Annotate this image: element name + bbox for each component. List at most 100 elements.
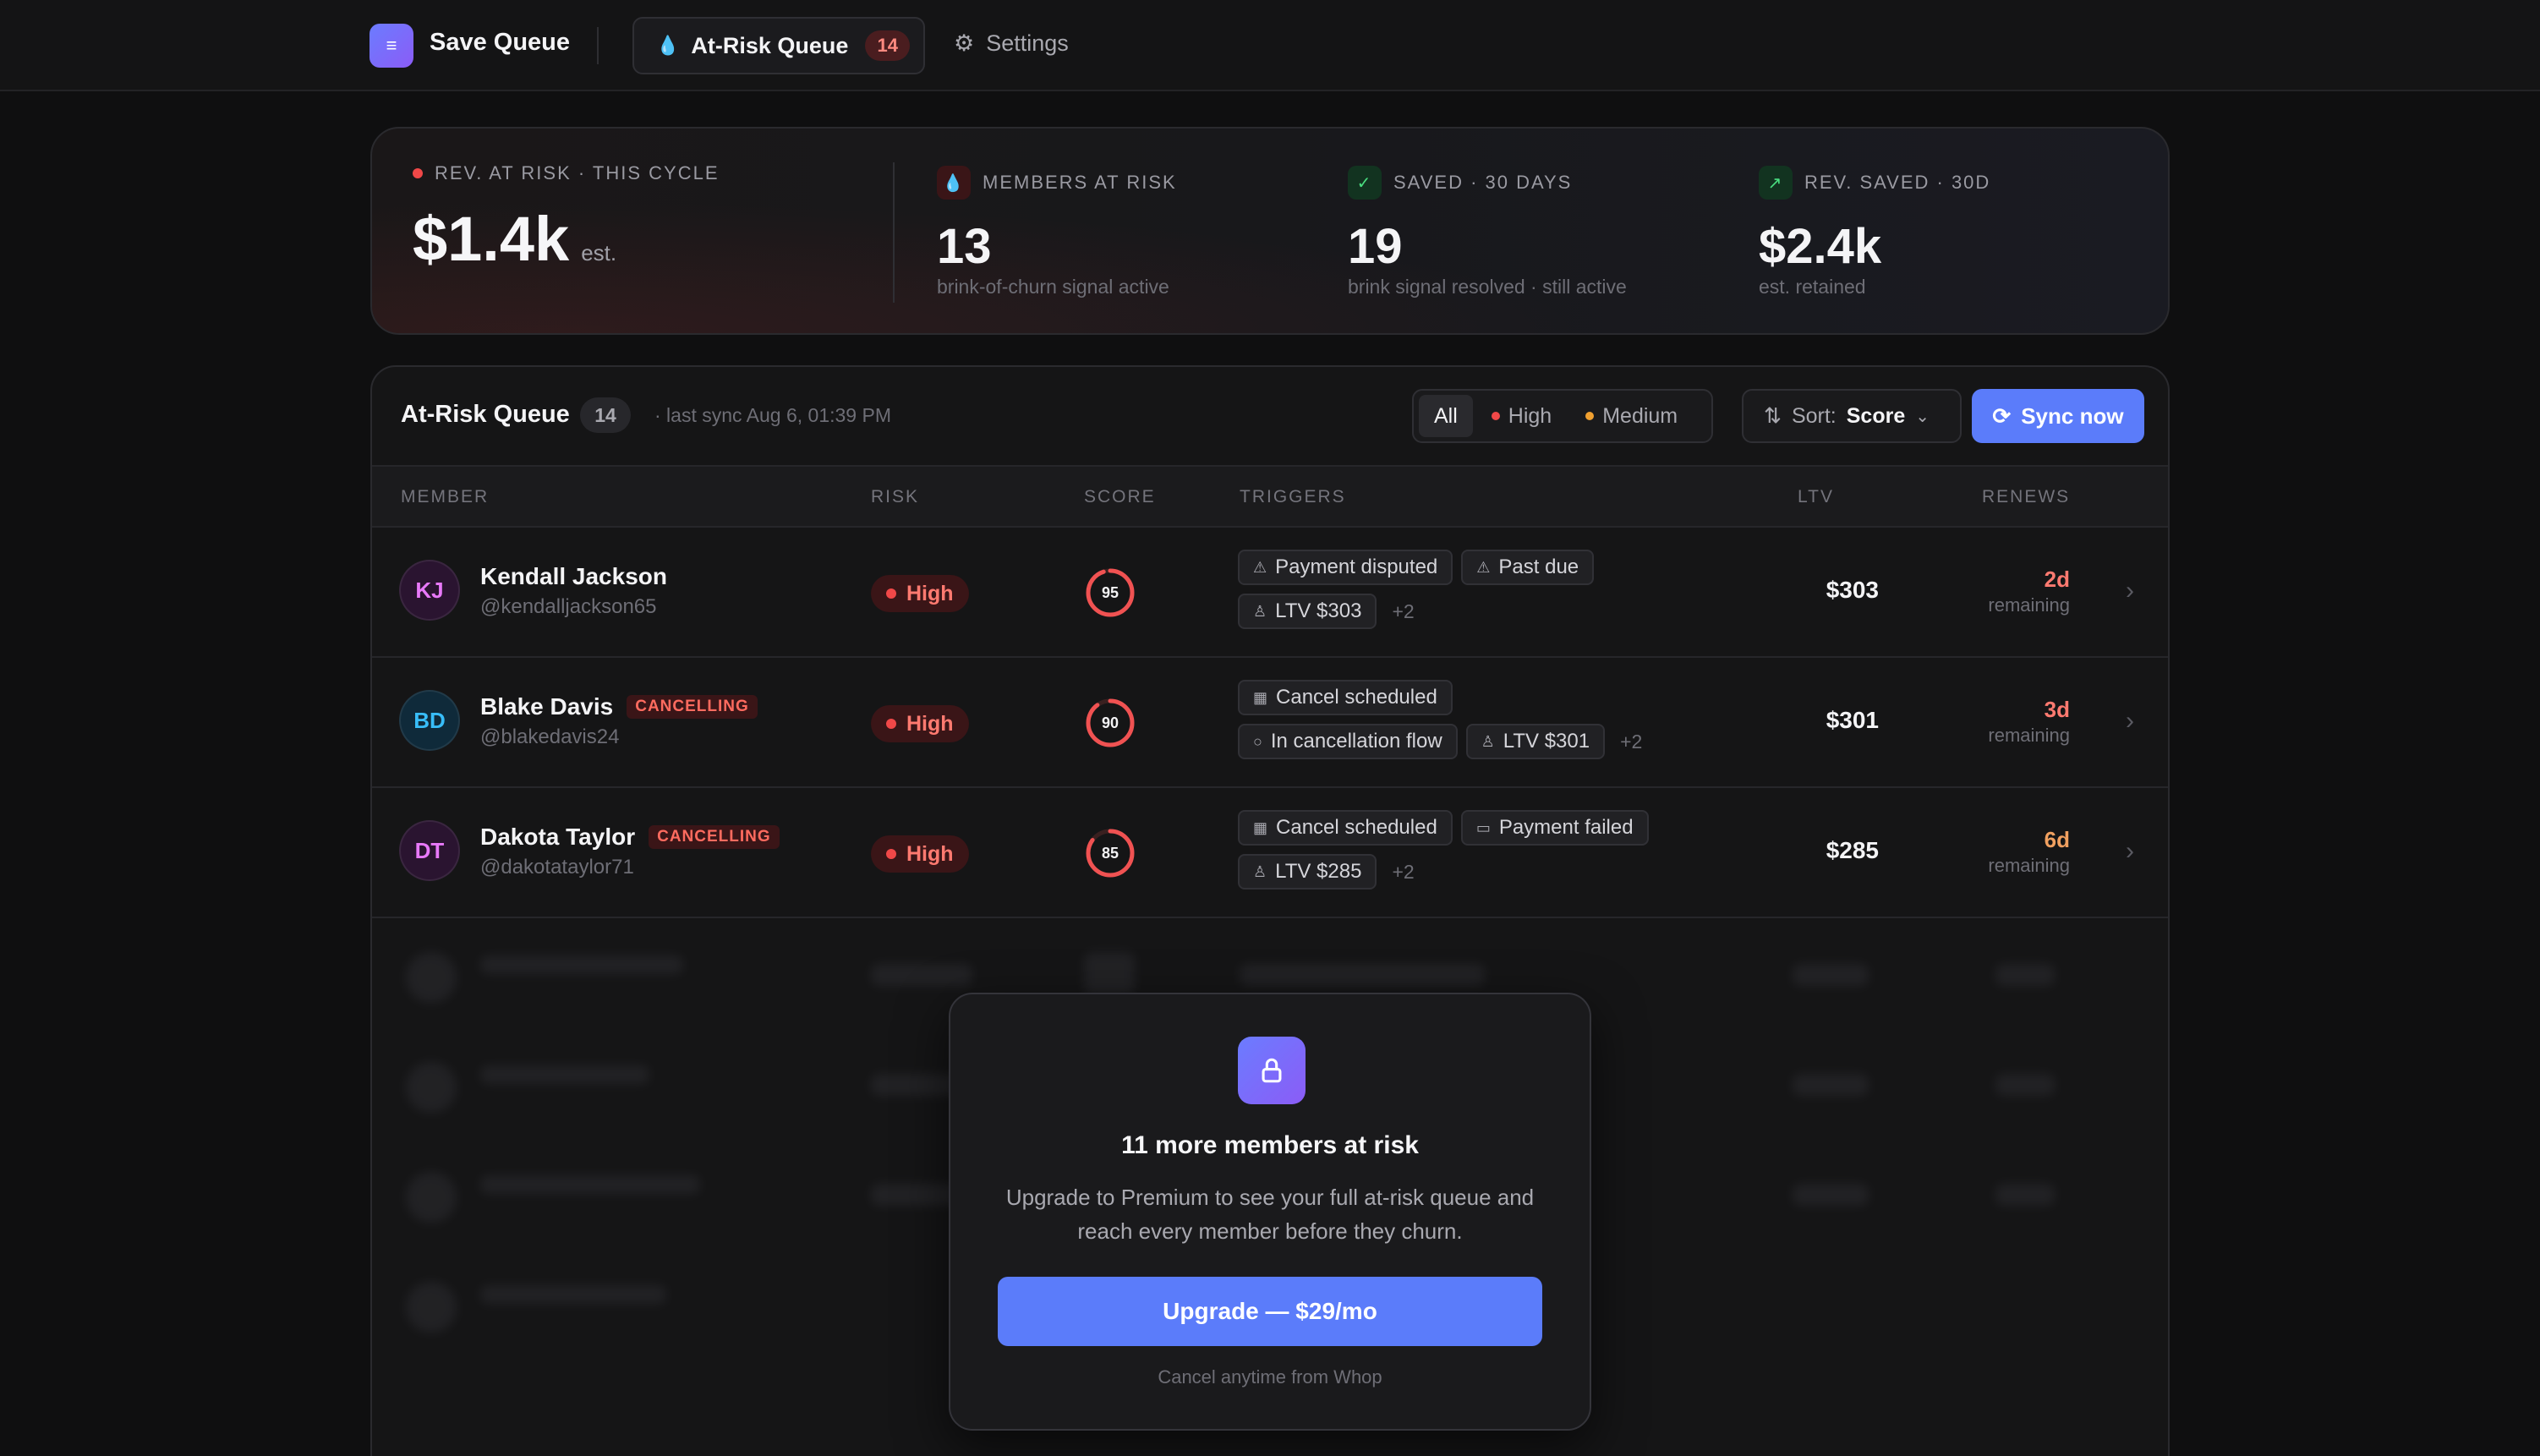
droplet-icon: 💧 [937, 166, 971, 200]
score-value: 90 [1101, 714, 1119, 731]
risk-dot-icon [886, 588, 896, 599]
stat-subtext: est. retained [1759, 276, 1866, 298]
triggers: ⚠ Payment disputed ⚠ Past due ♙ LTV $303 +2 [1238, 550, 1762, 638]
renews: 6d remaining [1988, 827, 2070, 877]
cancelling-badge: CANCELLING [627, 695, 758, 719]
nav-divider [597, 27, 599, 64]
more-triggers[interactable]: +2 [1392, 861, 1414, 884]
queue-title: At-Risk Queue [401, 401, 570, 428]
table-row[interactable]: BD Blake Davis CANCELLING @blakedavis24 … [372, 658, 2168, 788]
tab-at-risk-queue[interactable]: 💧 At-Risk Queue 14 [632, 17, 925, 74]
stat-saved: ✓ SAVED · 30 DAYS 19 brink signal resolv… [1348, 129, 1737, 337]
filter-high-label: High [1508, 403, 1552, 428]
triggers: ▦ Cancel scheduled ▭ Payment failed ♙ LTV $… [1238, 810, 1762, 898]
queue-count-badge: 14 [580, 397, 631, 433]
more-triggers[interactable]: +2 [1392, 600, 1414, 623]
renew-label: remaining [1988, 725, 2070, 746]
stats-card: REV. AT RISK · THIS CYCLE $1.4k est. 💧 ME… [370, 127, 2170, 335]
droplet-icon: ○ [1253, 732, 1262, 750]
trigger-label: Payment failed [1498, 816, 1634, 839]
renew-days: 2d [2044, 567, 2070, 592]
sort-value: Score [1846, 403, 1906, 428]
droplet-icon: 💧 [656, 35, 680, 56]
tab-settings[interactable]: ⚙ Settings [954, 30, 1069, 57]
upgrade-footnote: Cancel anytime from Whop [1158, 1366, 1382, 1388]
upgrade-text: Upgrade to Premium to see your full at-r… [1005, 1185, 1535, 1244]
top-nav: ≡ Save Queue 💧 At-Risk Queue 14 ⚙ Settin… [0, 0, 2540, 91]
chevron-right-icon[interactable]: › [2126, 577, 2134, 605]
risk-label: High [906, 711, 954, 736]
stat-value: $2.4k [1759, 219, 1882, 274]
renews: 3d remaining [1988, 697, 2070, 747]
table-row[interactable]: DT Dakota Taylor CANCELLING @dakotataylo… [372, 788, 2168, 918]
stat-divider [893, 162, 895, 303]
triggers: ▦ Cancel scheduled ○ In cancellation flow … [1238, 680, 1762, 768]
stat-subtext: brink-of-churn signal active [937, 276, 1169, 298]
brand-logo-icon: ≡ [370, 24, 413, 68]
sliders-icon: ⇅ [1764, 404, 1782, 428]
filter-medium-label: Medium [1602, 403, 1678, 428]
risk-dot-icon [886, 719, 896, 729]
ltv-value: $285 [1826, 837, 1879, 863]
card-icon: ▭ [1475, 818, 1491, 836]
trigger-label: LTV $301 [1503, 730, 1590, 753]
medium-dot-icon [1585, 412, 1595, 420]
last-sync-text: · last sync Aug 6, 01:39 PM [654, 404, 891, 426]
table-row[interactable]: KJ Kendall Jackson @kendalljackson65 Hig… [372, 528, 2168, 658]
calendar-icon: ▦ [1253, 688, 1268, 706]
upgrade-title: 11 more members at risk [1121, 1131, 1419, 1159]
sort-dropdown[interactable]: ⇅ Sort: Score ⌄ [1742, 389, 1962, 443]
tab-settings-label: Settings [986, 30, 1069, 56]
trigger-label: LTV $303 [1275, 599, 1362, 622]
more-triggers[interactable]: +2 [1620, 731, 1642, 753]
warning-icon: ⚠ [1476, 558, 1491, 576]
trigger-chip: ▦ Cancel scheduled [1238, 680, 1453, 715]
trigger-chip: ▭ Payment failed [1460, 810, 1649, 846]
brand-name[interactable]: Save Queue [430, 29, 570, 57]
risk-label: High [906, 841, 954, 866]
avatar: DT [399, 820, 460, 881]
col-ltv: LTV [1798, 487, 1834, 506]
stat-value: $1.4k [413, 204, 570, 274]
trigger-label: LTV $285 [1275, 860, 1362, 883]
risk-badge: High [871, 835, 969, 873]
filter-medium-button[interactable]: Medium [1570, 395, 1693, 437]
table-header: MEMBER RISK SCORE TRIGGERS LTV RENEWS [372, 465, 2168, 528]
member-name: Blake Davis [480, 693, 614, 720]
member-name: Kendall Jackson [480, 563, 667, 589]
trigger-chip: ▦ Cancel scheduled [1238, 810, 1453, 846]
member-handle: @kendalljackson65 [480, 595, 657, 618]
calendar-icon: ▦ [1253, 818, 1268, 836]
stat-rev-at-risk: REV. AT RISK · THIS CYCLE $1.4k est. [413, 129, 886, 337]
col-risk: RISK [871, 487, 920, 506]
trigger-label: In cancellation flow [1270, 730, 1442, 753]
stat-label: MEMBERS AT RISK [983, 172, 1177, 193]
check-icon: ✓ [1348, 166, 1382, 200]
trigger-chip: ♙ LTV $285 [1238, 854, 1377, 889]
renew-days: 6d [2044, 827, 2070, 852]
stat-rev-saved: ↗ REV. SAVED · 30D $2.4k est. retained [1759, 129, 2148, 337]
col-member: MEMBER [401, 487, 490, 506]
filter-all-button[interactable]: All [1419, 395, 1473, 437]
trend-up-icon: ↗ [1759, 166, 1793, 200]
renew-label: remaining [1988, 594, 2070, 616]
stat-subtext: brink signal resolved · still active [1348, 276, 1627, 298]
upgrade-button[interactable]: Upgrade — $29/mo [998, 1277, 1542, 1346]
chevron-right-icon[interactable]: › [2126, 837, 2134, 866]
filter-high-button[interactable]: High [1476, 395, 1567, 437]
score-value: 85 [1101, 844, 1119, 862]
trigger-chip: ♙ LTV $303 [1238, 594, 1377, 629]
trigger-label: Cancel scheduled [1276, 816, 1437, 839]
score-ring: 90 [1084, 697, 1136, 749]
chevron-right-icon[interactable]: › [2126, 707, 2134, 736]
upgrade-modal: 11 more members at risk Upgrade to Premi… [949, 993, 1591, 1431]
sync-now-label: Sync now [2021, 402, 2124, 429]
risk-badge: High [871, 575, 969, 612]
col-renews: RENEWS [1982, 487, 2071, 506]
tab-count-badge: 14 [865, 30, 910, 61]
user-icon: ♙ [1481, 732, 1495, 750]
risk-label: High [906, 581, 954, 605]
score-ring: 85 [1084, 827, 1136, 879]
col-score: SCORE [1084, 487, 1156, 506]
sync-now-button[interactable]: ⟳ Sync now [1972, 389, 2144, 443]
